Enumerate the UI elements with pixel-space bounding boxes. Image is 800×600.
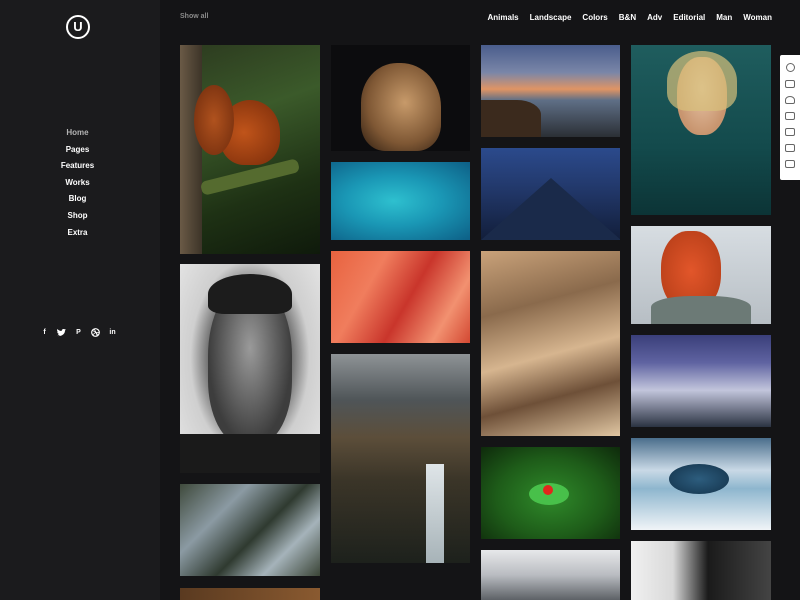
filter-adv[interactable]: Adv bbox=[647, 13, 662, 22]
settings-icon[interactable] bbox=[785, 63, 795, 72]
nav-item-blog[interactable]: Blog bbox=[0, 191, 155, 208]
sidebar: U Home Pages Features Works Blog Shop Ex… bbox=[0, 0, 160, 600]
gallery-photo-frog[interactable] bbox=[481, 447, 620, 539]
video-icon[interactable] bbox=[785, 160, 795, 168]
filter-colors[interactable]: Colors bbox=[582, 13, 607, 22]
nav-item-works[interactable]: Works bbox=[0, 175, 155, 192]
nav-item-features[interactable]: Features bbox=[0, 158, 155, 175]
gallery-photo-woman-in-water[interactable] bbox=[631, 45, 771, 215]
monitor-icon[interactable] bbox=[785, 112, 795, 120]
gallery-photo-flamingos[interactable] bbox=[331, 251, 470, 343]
filter-bn[interactable]: B&N bbox=[619, 13, 636, 22]
gallery-photo-snowy-valley[interactable] bbox=[631, 335, 771, 427]
gallery-photo-mountain-ridge[interactable] bbox=[481, 148, 620, 240]
gallery-photo-waterfall[interactable] bbox=[331, 354, 470, 563]
filter-animals[interactable]: Animals bbox=[488, 13, 519, 22]
gallery-photo-man-portrait-bw[interactable] bbox=[180, 264, 320, 473]
gallery-photo-squirrel[interactable] bbox=[180, 45, 320, 254]
nav-item-home[interactable]: Home bbox=[0, 125, 155, 142]
pinterest-icon[interactable]: P bbox=[74, 328, 83, 337]
comment-icon[interactable] bbox=[785, 80, 795, 88]
category-filters: Animals Landscape Colors B&N Adv Editori… bbox=[488, 13, 773, 22]
nav-item-extra[interactable]: Extra bbox=[0, 225, 155, 242]
gallery-photo-red-haired-woman[interactable] bbox=[631, 226, 771, 324]
facebook-icon[interactable]: f bbox=[40, 328, 49, 337]
gallery-photo-coast-sunset[interactable] bbox=[481, 45, 620, 137]
filter-man[interactable]: Man bbox=[716, 13, 732, 22]
filter-landscape[interactable]: Landscape bbox=[530, 13, 572, 22]
nav-item-shop[interactable]: Shop bbox=[0, 208, 155, 225]
gallery-photo-woman-portrait[interactable] bbox=[631, 541, 771, 600]
heart-icon[interactable] bbox=[785, 96, 795, 104]
gallery-photo-frozen-crater[interactable] bbox=[631, 438, 771, 530]
gallery-photo-river-aerial[interactable] bbox=[180, 484, 320, 576]
filter-bar: Show all Animals Landscape Colors B&N Ad… bbox=[180, 13, 772, 27]
filter-woman[interactable]: Woman bbox=[743, 13, 772, 22]
nav-item-pages[interactable]: Pages bbox=[0, 142, 155, 159]
gallery-photo-dog[interactable] bbox=[331, 45, 470, 151]
linkedin-icon[interactable]: in bbox=[108, 328, 117, 337]
gallery-photo-partial[interactable] bbox=[180, 588, 320, 600]
main-nav: Home Pages Features Works Blog Shop Extr… bbox=[0, 125, 155, 241]
logo[interactable]: U bbox=[66, 15, 90, 39]
book-icon[interactable] bbox=[785, 144, 795, 152]
filter-show-all[interactable]: Show all bbox=[180, 13, 208, 20]
gallery-photo-sand-dunes[interactable] bbox=[481, 251, 620, 436]
layout-icon[interactable] bbox=[785, 128, 795, 136]
gallery-photo-reef-aerial[interactable] bbox=[331, 162, 470, 240]
gallery-photo-mountain-lake[interactable] bbox=[481, 550, 620, 600]
filter-editorial[interactable]: Editorial bbox=[673, 13, 705, 22]
right-toolbar bbox=[780, 55, 800, 180]
dribbble-icon[interactable] bbox=[91, 328, 100, 337]
social-links: f P in bbox=[40, 328, 117, 337]
twitter-icon[interactable] bbox=[57, 328, 66, 337]
